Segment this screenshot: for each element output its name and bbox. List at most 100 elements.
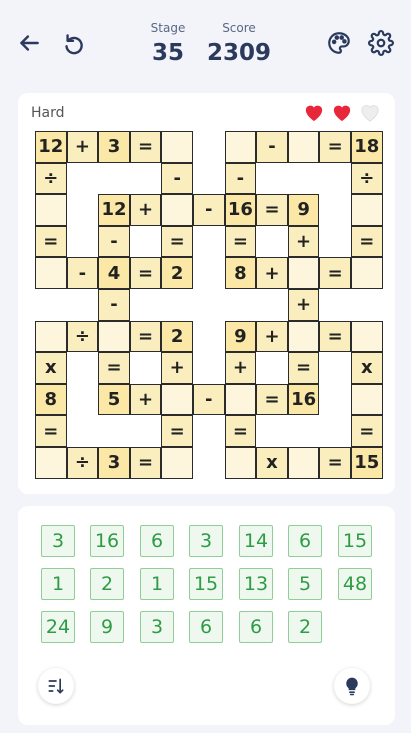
number-tile[interactable]: 6 bbox=[189, 611, 223, 643]
operator-cell: - bbox=[224, 162, 257, 195]
number-tile[interactable]: 3 bbox=[41, 525, 75, 557]
operator-cell: ÷ bbox=[351, 162, 383, 195]
number-tile[interactable]: 6 bbox=[239, 611, 273, 643]
number-tile[interactable]: 15 bbox=[189, 568, 223, 600]
score-label: Score bbox=[222, 21, 256, 35]
empty-cell[interactable] bbox=[351, 257, 383, 289]
stage-value: 35 bbox=[151, 40, 184, 66]
operator-cell: - bbox=[193, 194, 225, 226]
number-tile[interactable]: 2 bbox=[288, 611, 322, 643]
operator-cell: = bbox=[287, 352, 320, 384]
back-arrow-icon[interactable] bbox=[14, 28, 44, 58]
lightbulb-icon bbox=[346, 677, 358, 696]
operator-cell: = bbox=[98, 352, 130, 384]
operator-cell: + bbox=[287, 225, 320, 258]
empty-cell[interactable] bbox=[35, 257, 67, 289]
operator-cell: x bbox=[35, 352, 67, 384]
operator-cell: - bbox=[256, 131, 288, 163]
number-tile[interactable]: 14 bbox=[239, 525, 273, 557]
empty-cell[interactable] bbox=[35, 194, 67, 226]
number-cell: 5 bbox=[98, 383, 130, 416]
empty-cell[interactable] bbox=[287, 131, 320, 163]
number-cell: 8 bbox=[224, 257, 257, 289]
operator-cell: + bbox=[287, 289, 320, 321]
sort-icon bbox=[48, 678, 64, 694]
number-tile[interactable]: 15 bbox=[338, 525, 372, 557]
number-cell: 12 bbox=[35, 131, 67, 163]
heart-full-icon bbox=[333, 105, 351, 122]
empty-cell[interactable] bbox=[287, 447, 320, 479]
operator-cell: - bbox=[98, 289, 130, 321]
number-tile[interactable]: 9 bbox=[90, 611, 124, 643]
empty-cell[interactable] bbox=[35, 447, 67, 479]
number-cell: 3 bbox=[98, 447, 130, 479]
lives-hearts bbox=[303, 102, 381, 122]
number-cell: 15 bbox=[351, 447, 383, 479]
operator-cell: ÷ bbox=[66, 447, 99, 479]
operator-cell: = bbox=[224, 415, 257, 447]
empty-cell[interactable] bbox=[351, 320, 383, 353]
number-cell: 8 bbox=[35, 383, 67, 416]
operator-cell: = bbox=[129, 257, 162, 289]
empty-cell[interactable] bbox=[224, 383, 257, 416]
operator-cell: + bbox=[129, 194, 162, 226]
number-cell: 18 bbox=[351, 131, 383, 163]
number-tile[interactable]: 1 bbox=[41, 568, 75, 600]
difficulty-label: Hard bbox=[31, 105, 65, 121]
operator-cell: + bbox=[161, 352, 193, 384]
operator-cell: = bbox=[351, 225, 383, 258]
undo-icon[interactable] bbox=[58, 28, 88, 58]
operator-cell: = bbox=[129, 447, 162, 479]
number-tile[interactable]: 48 bbox=[338, 568, 372, 600]
number-tile[interactable]: 3 bbox=[189, 525, 223, 557]
operator-cell: x bbox=[256, 447, 288, 479]
number-cell: 16 bbox=[287, 383, 320, 416]
empty-cell[interactable] bbox=[224, 447, 257, 479]
empty-cell[interactable] bbox=[224, 131, 257, 163]
empty-cell[interactable] bbox=[161, 383, 193, 416]
number-tile[interactable]: 13 bbox=[239, 568, 273, 600]
gear-icon[interactable] bbox=[366, 28, 396, 58]
operator-cell: + bbox=[66, 131, 99, 163]
number-tile[interactable]: 16 bbox=[90, 525, 124, 557]
empty-cell[interactable] bbox=[161, 447, 193, 479]
number-tile[interactable]: 6 bbox=[288, 525, 322, 557]
operator-cell: ÷ bbox=[66, 320, 99, 353]
number-tile[interactable]: 24 bbox=[41, 611, 75, 643]
score-value: 2309 bbox=[206, 40, 271, 66]
number-cell: 3 bbox=[98, 131, 130, 163]
empty-cell[interactable] bbox=[287, 257, 320, 289]
number-tile[interactable]: 1 bbox=[140, 568, 174, 600]
operator-cell: = bbox=[319, 131, 351, 163]
puzzle-board-card: Hard 12 +3 = - = 18 ÷ - - ÷ 12 + -16 = 9 = - = = + = -4 = 2 8 + = -… bbox=[18, 93, 395, 494]
sort-button[interactable] bbox=[38, 668, 74, 704]
number-tile[interactable]: 2 bbox=[90, 568, 124, 600]
operator-cell: = bbox=[161, 225, 193, 258]
operator-cell: = bbox=[129, 131, 162, 163]
empty-cell[interactable] bbox=[161, 194, 193, 226]
operator-cell: = bbox=[256, 194, 288, 226]
number-cell: 9 bbox=[224, 320, 257, 353]
number-cell: 2 bbox=[161, 320, 193, 353]
palette-icon[interactable] bbox=[324, 28, 354, 58]
empty-cell[interactable] bbox=[287, 320, 320, 353]
number-tile[interactable]: 5 bbox=[288, 568, 322, 600]
empty-cell[interactable] bbox=[351, 194, 383, 226]
stage-label: Stage bbox=[150, 21, 186, 35]
empty-cell[interactable] bbox=[98, 320, 130, 353]
number-tile[interactable]: 3 bbox=[140, 611, 174, 643]
number-tray: 3 16 6 3 14 6 15 1 2 1 15 13 5 48 24 9 3 6 6 2 bbox=[18, 506, 395, 725]
top-bar: Stage 35 Score 2309 bbox=[0, 0, 411, 84]
operator-cell: + bbox=[256, 320, 288, 353]
number-tile[interactable]: 6 bbox=[140, 525, 174, 557]
operator-cell: + bbox=[129, 383, 162, 416]
empty-cell[interactable] bbox=[351, 383, 383, 416]
empty-cell[interactable] bbox=[35, 320, 67, 353]
operator-cell: = bbox=[319, 447, 351, 479]
number-cell: 9 bbox=[287, 194, 320, 226]
operator-cell: = bbox=[35, 415, 67, 447]
operator-cell: = bbox=[224, 225, 257, 258]
operator-cell: - bbox=[66, 257, 99, 289]
empty-cell[interactable] bbox=[161, 131, 193, 163]
hint-button[interactable] bbox=[334, 668, 370, 704]
